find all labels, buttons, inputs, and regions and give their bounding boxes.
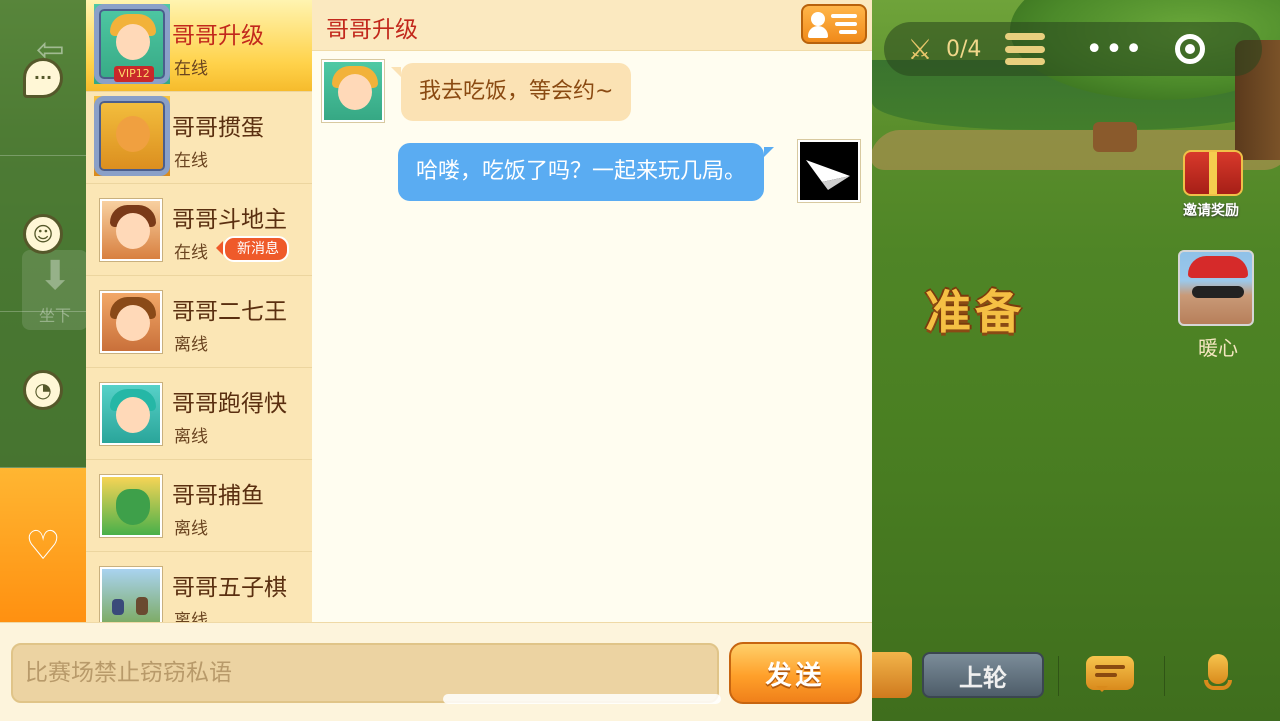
message-input-bar: 发送 bbox=[0, 622, 872, 721]
friend-avatar bbox=[100, 291, 162, 353]
my-message-avatar[interactable] bbox=[798, 140, 860, 202]
friend-item-0[interactable]: VIP12 哥哥升级 在线 bbox=[86, 0, 312, 92]
more-dots-icon[interactable]: ••• bbox=[1085, 32, 1144, 67]
game-top-bar: ⚔ 0/4 ••• bbox=[884, 22, 1262, 76]
send-button[interactable]: 发送 bbox=[729, 642, 862, 704]
game-bottom-bar: 上轮 bbox=[872, 650, 1280, 706]
clock-icon: ◔ bbox=[23, 369, 63, 410]
last-round-button[interactable]: 上轮 bbox=[922, 652, 1044, 698]
ready-status: 准备 bbox=[925, 285, 1025, 339]
friend-item-4[interactable]: 哥哥跑得快 离线 bbox=[86, 368, 312, 460]
friend-item-2[interactable]: 哥哥斗地主 在线 新消息 bbox=[86, 184, 312, 276]
friend-item-1[interactable]: 哥哥掼蛋 在线 bbox=[86, 92, 312, 184]
gift-icon bbox=[1183, 150, 1243, 196]
friend-avatar: VIP12 bbox=[94, 4, 170, 84]
vip-badge: VIP12 bbox=[114, 66, 154, 82]
chat-icon[interactable] bbox=[1086, 656, 1136, 696]
player-name: 暖心 bbox=[1198, 336, 1238, 360]
friend-status: 在线 bbox=[174, 243, 208, 263]
message-outgoing: 哈喽，吃饭了吗？一起来玩几局。 bbox=[398, 143, 775, 201]
chat-bubble-icon: ··· bbox=[23, 57, 63, 98]
friend-name: 哥哥升级 bbox=[172, 23, 264, 49]
invite-reward-label: 邀请奖励 bbox=[1183, 203, 1239, 219]
rail-tab-emoji[interactable]: ☺ bbox=[0, 156, 86, 312]
player-avatar bbox=[1178, 250, 1254, 326]
friend-item-6[interactable]: 哥哥五子棋 离线 bbox=[86, 552, 312, 622]
friend-name: 哥哥跑得快 bbox=[172, 391, 287, 417]
friend-status: 在线 bbox=[174, 151, 208, 171]
message-incoming: 我去吃饭，等会约~ bbox=[390, 63, 632, 121]
friends-heart-icon: ♡ bbox=[25, 522, 61, 569]
friend-avatar bbox=[94, 96, 170, 176]
friend-name: 哥哥五子棋 bbox=[172, 575, 287, 601]
friend-avatar bbox=[100, 567, 162, 622]
friend-name: 哥哥捕鱼 bbox=[172, 483, 264, 509]
friend-status: 离线 bbox=[174, 427, 208, 447]
crossed-swords-icon: ⚔ bbox=[907, 32, 933, 66]
chat-header: 哥哥升级 bbox=[312, 0, 872, 51]
battle-count: 0/4 bbox=[946, 36, 982, 62]
friend-name: 哥哥二七王 bbox=[172, 299, 287, 325]
friend-name: 哥哥斗地主 bbox=[172, 207, 287, 233]
chat-panel: 哥哥升级 我去吃饭，等会约~ 哈喽，吃饭了吗？一起来玩几局。 bbox=[312, 0, 872, 622]
friend-item-5[interactable]: 哥哥捕鱼 离线 bbox=[86, 460, 312, 552]
rail-tab-history[interactable]: ◔ bbox=[0, 312, 86, 468]
rail-tab-chat[interactable]: ··· bbox=[0, 0, 86, 156]
chat-side-rail: ⇦ ⬇ 坐下 ··· ☺ ◔ ♡ bbox=[0, 0, 88, 624]
new-message-badge: 新消息 bbox=[216, 236, 289, 262]
tree-stump bbox=[1093, 122, 1137, 152]
friend-message-avatar[interactable] bbox=[322, 60, 384, 122]
friend-avatar bbox=[100, 199, 162, 261]
menu-icon[interactable] bbox=[1005, 33, 1046, 65]
invite-reward-button[interactable]: 邀请奖励 bbox=[1180, 150, 1246, 220]
friend-status: 在线 bbox=[174, 59, 208, 79]
opponent-player[interactable]: 暖心 bbox=[1178, 250, 1258, 361]
partial-action-button[interactable] bbox=[872, 652, 912, 698]
rail-tab-friends[interactable]: ♡ bbox=[0, 468, 86, 624]
scroll-indicator bbox=[443, 694, 721, 704]
friend-avatar bbox=[100, 383, 162, 445]
friend-avatar bbox=[100, 475, 162, 537]
emoji-icon: ☺ bbox=[23, 213, 63, 254]
chat-title: 哥哥升级 bbox=[326, 17, 418, 43]
friend-status: 离线 bbox=[174, 335, 208, 355]
paper-plane-icon bbox=[806, 160, 850, 190]
profile-list-icon[interactable] bbox=[801, 4, 867, 44]
microphone-icon[interactable] bbox=[1202, 654, 1234, 700]
friend-name: 哥哥掼蛋 bbox=[172, 115, 264, 141]
friend-status: 离线 bbox=[174, 519, 208, 539]
friend-item-3[interactable]: 哥哥二七王 离线 bbox=[86, 276, 312, 368]
friend-list: VIP12 哥哥升级 在线 哥哥掼蛋 在线 哥哥斗地主 在线 新消息 哥哥二七王… bbox=[86, 0, 313, 622]
friend-status: 离线 bbox=[174, 611, 208, 622]
target-icon[interactable] bbox=[1174, 34, 1205, 64]
